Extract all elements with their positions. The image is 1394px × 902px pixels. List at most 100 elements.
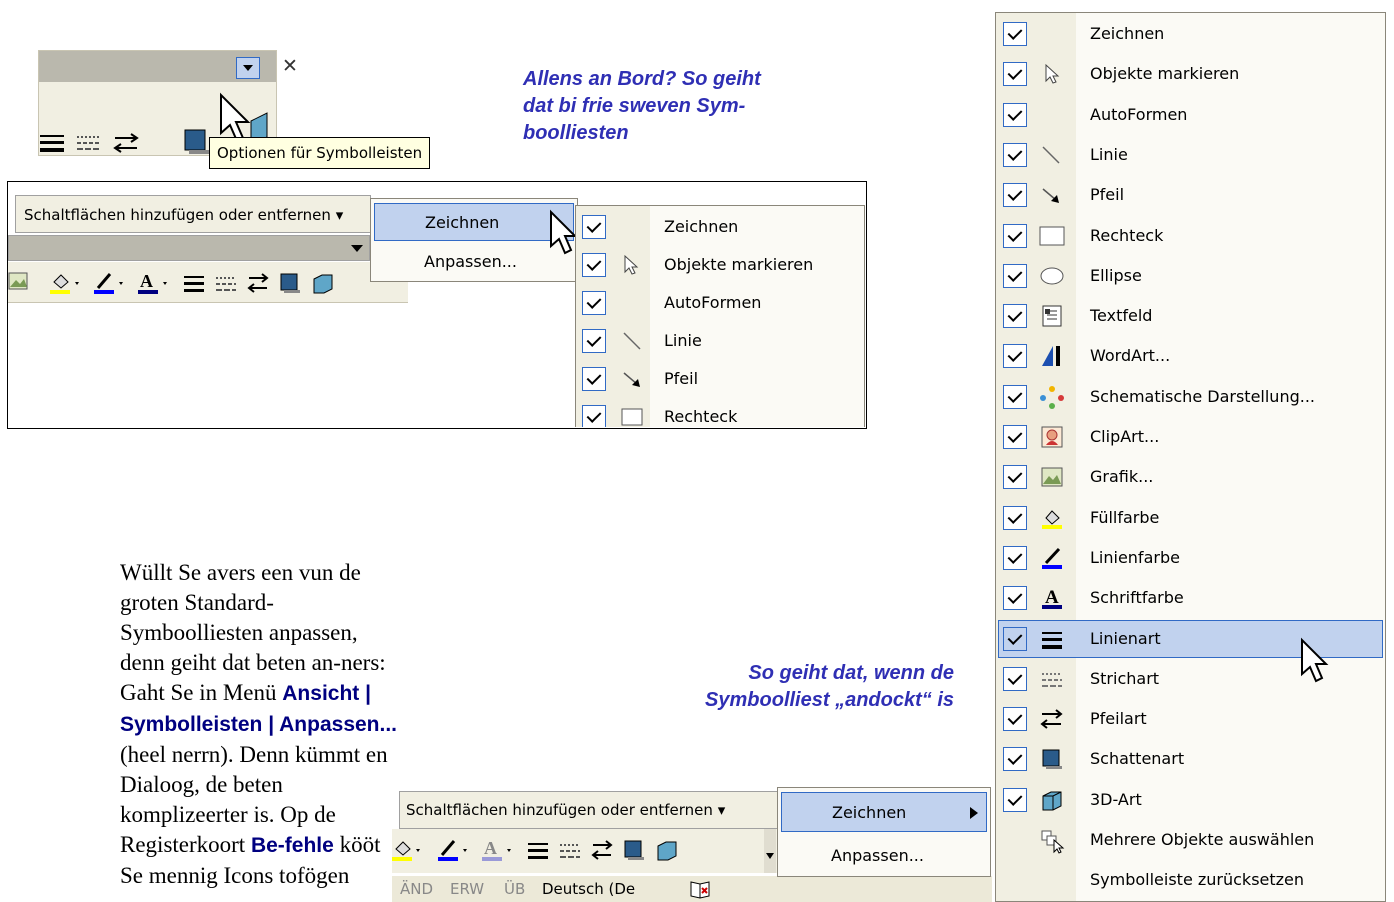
book-icon xyxy=(690,881,710,899)
fill-color-icon[interactable] xyxy=(392,837,426,863)
3d-icon[interactable] xyxy=(310,271,336,295)
menu-item-label: Linienart xyxy=(1090,628,1161,648)
menu-item-textfeld[interactable]: Textfeld xyxy=(996,296,1387,334)
checkbox-checked[interactable] xyxy=(1003,384,1027,409)
arrow-style-icon[interactable] xyxy=(590,838,616,862)
menu-item-rechteck[interactable]: Rechteck xyxy=(996,216,1387,254)
menu-item-zeichnen[interactable]: Zeichnen xyxy=(996,14,1387,52)
menu-item-linienfarbe[interactable]: Linienfarbe xyxy=(996,538,1387,576)
mid-item-autoformen[interactable]: AutoFormen xyxy=(576,284,864,322)
menu-item-clipart[interactable]: ClipArt... xyxy=(996,417,1387,455)
rectangle-icon xyxy=(621,408,643,426)
font-color-icon[interactable]: A xyxy=(480,837,514,863)
line-style-icon[interactable] xyxy=(38,131,68,155)
menu-item-schattenart[interactable]: Schattenart xyxy=(996,739,1387,777)
menu-item-3d-art[interactable]: 3D-Art xyxy=(996,780,1387,818)
menu-item-schriftfarbe[interactable]: A Schriftfarbe xyxy=(996,578,1387,616)
wordart-icon xyxy=(1039,344,1067,374)
line-color-icon[interactable] xyxy=(92,270,126,296)
dash-style-icon[interactable] xyxy=(75,131,105,155)
checkbox-checked[interactable] xyxy=(1003,666,1027,691)
3d-icon[interactable] xyxy=(654,838,680,862)
menu-item-label: AutoFormen xyxy=(1090,104,1188,124)
checkbox-checked[interactable] xyxy=(1003,304,1027,329)
checkbox-checked[interactable] xyxy=(1003,102,1027,127)
menu-item-pfeilart[interactable]: Pfeilart xyxy=(996,699,1387,737)
menu-item-objekte-markieren[interactable]: Objekte markieren xyxy=(996,54,1387,92)
arrow-style-icon[interactable] xyxy=(112,131,142,155)
checkbox-checked[interactable] xyxy=(582,215,606,239)
shadow-icon[interactable] xyxy=(278,271,304,295)
checkbox-checked[interactable] xyxy=(1003,586,1027,611)
dash-style-icon[interactable] xyxy=(558,838,584,862)
picture-icon xyxy=(1039,465,1067,495)
docked-submenu-item-zeichnen[interactable]: Zeichnen xyxy=(781,792,987,832)
arrow-icon xyxy=(623,372,640,387)
menu-item-schematische-darstellung[interactable]: Schematische Darstellung... xyxy=(996,377,1387,415)
close-icon[interactable]: ✕ xyxy=(282,55,298,77)
checkbox-checked[interactable] xyxy=(1003,465,1027,490)
checkbox-checked[interactable] xyxy=(1003,142,1027,167)
shadow-icon[interactable] xyxy=(622,838,648,862)
mid-toolbar-icons: A xyxy=(8,262,408,303)
docked-add-remove-buttons-menu[interactable]: Schaltflächen hinzufügen oder entfernen … xyxy=(399,791,781,829)
checkbox-checked[interactable] xyxy=(582,405,606,427)
rectangle-icon xyxy=(1039,224,1067,254)
checkbox-checked[interactable] xyxy=(582,291,606,315)
line-style-icon[interactable] xyxy=(526,838,552,862)
menu-item-label: Pfeilart xyxy=(1090,709,1147,729)
docked-submenu-item-anpassen[interactable]: Anpassen... xyxy=(781,836,987,874)
checkbox-checked[interactable] xyxy=(1003,787,1027,812)
toolbar-options-button[interactable] xyxy=(236,57,260,79)
menu-item-pfeil[interactable]: Pfeil xyxy=(996,175,1387,213)
menu-item-füllfarbe[interactable]: Füllfarbe xyxy=(996,498,1387,536)
arrow-icon xyxy=(1039,183,1067,213)
checkbox-checked[interactable] xyxy=(1003,183,1027,208)
checkbox-checked[interactable] xyxy=(1003,505,1027,530)
fill-color-icon[interactable] xyxy=(48,270,82,296)
checkbox-checked[interactable] xyxy=(1003,425,1027,449)
menu-item-grafik[interactable]: Grafik... xyxy=(996,457,1387,495)
fill-color-icon xyxy=(1039,506,1067,536)
mid-item-linie[interactable]: Linie xyxy=(576,322,864,360)
checkbox-checked[interactable] xyxy=(1003,344,1027,369)
line-style-icon[interactable] xyxy=(182,271,208,295)
line-color-icon[interactable] xyxy=(436,837,470,863)
body-text: Wüllt Se avers een vun de groten Standar… xyxy=(120,560,398,888)
mid-item-objekte-markieren[interactable]: Objekte markieren xyxy=(576,246,864,284)
menu-item-label: WordArt... xyxy=(1090,346,1171,366)
checkbox-checked[interactable] xyxy=(1003,545,1027,570)
mid-item-rechteck[interactable]: Rechteck xyxy=(576,398,864,427)
checkbox-checked[interactable] xyxy=(582,253,606,277)
line-icon xyxy=(623,332,641,350)
mid-item-zeichnen[interactable]: Zeichnen xyxy=(576,208,864,246)
checkbox-checked[interactable] xyxy=(582,367,606,391)
dash-style-icon[interactable] xyxy=(214,271,240,295)
menu-item-label: Zeichnen xyxy=(1090,24,1165,43)
checkbox-checked[interactable] xyxy=(1003,62,1027,87)
checkbox-checked[interactable] xyxy=(1003,747,1027,772)
menu-item-symbolleiste-zurücksetzen[interactable]: Symbolleiste zurücksetzen xyxy=(996,860,1387,898)
checkbox-checked[interactable] xyxy=(1003,626,1027,651)
checkbox-checked[interactable] xyxy=(1003,223,1027,248)
font-color-icon[interactable]: A xyxy=(136,270,170,296)
add-remove-buttons-menu[interactable]: Schaltflächen hinzufügen oder entfernen … xyxy=(15,195,371,233)
menu-item-mehrere-objekte-auswählen[interactable]: Mehrere Objekte auswählen xyxy=(996,820,1387,858)
checkbox-checked[interactable] xyxy=(1003,22,1027,46)
svg-text:A: A xyxy=(1045,587,1059,608)
menu-item-label: Schattenart xyxy=(1090,749,1185,769)
menu-item-wordart[interactable]: WordArt... xyxy=(996,336,1387,374)
checkbox-checked[interactable] xyxy=(1003,263,1027,288)
checkbox-checked[interactable] xyxy=(582,329,606,353)
checkbox-checked[interactable] xyxy=(1003,707,1027,732)
mid-item-pfeil[interactable]: Pfeil xyxy=(576,360,864,398)
toolbar-options-button[interactable] xyxy=(764,829,776,873)
menu-item-ellipse[interactable]: Ellipse xyxy=(996,256,1387,294)
menu-item-linie[interactable]: Linie xyxy=(996,135,1387,173)
pointer-icon xyxy=(1039,62,1067,92)
shadow-icon xyxy=(1039,747,1067,777)
arrow-style-icon[interactable] xyxy=(246,271,272,295)
picture-icon[interactable] xyxy=(8,271,30,293)
menu-item-autoformen[interactable]: AutoFormen xyxy=(996,95,1387,133)
dropdown-arrow-icon xyxy=(351,245,363,252)
